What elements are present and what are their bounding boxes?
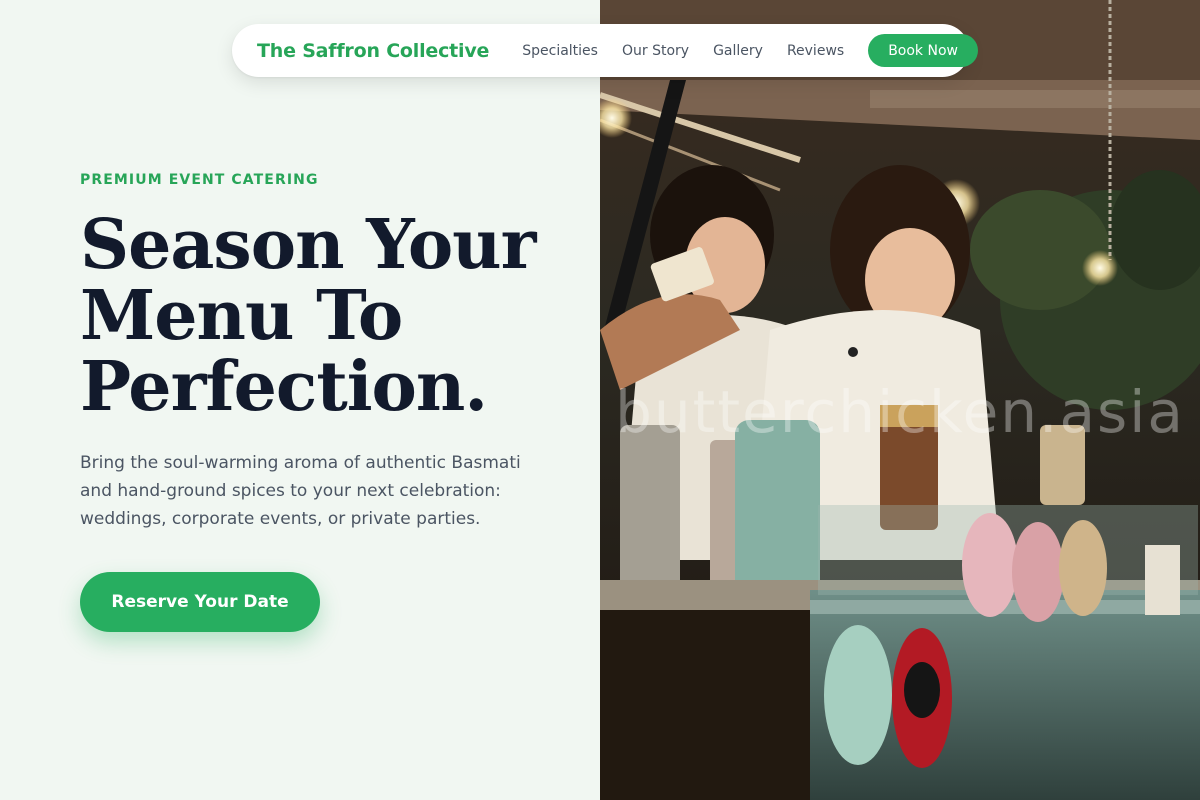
book-now-button[interactable]: Book Now xyxy=(868,34,978,67)
nav-link-specialties[interactable]: Specialties xyxy=(522,43,598,59)
top-navbar: The Saffron Collective Specialties Our S… xyxy=(232,24,978,77)
hero-lead-text: Bring the soul-warming aroma of authenti… xyxy=(80,453,521,529)
nav-links: Specialties Our Story Gallery Reviews xyxy=(522,43,844,59)
nav-link-reviews[interactable]: Reviews xyxy=(787,43,844,59)
nav-link-our-story[interactable]: Our Story xyxy=(622,43,689,59)
hero-headline: Season Your Menu To Perfection. xyxy=(80,210,580,423)
reserve-date-button[interactable]: Reserve Your Date xyxy=(80,572,320,632)
food-stall-photo: butterchicken.asia xyxy=(600,0,1200,800)
headline-line: Perfection. xyxy=(80,347,488,427)
brand-logo-text[interactable]: The Saffron Collective xyxy=(257,40,489,62)
hero-left-panel: PREMIUM EVENT CATERING Season Your Menu … xyxy=(0,0,600,800)
headline-line: Menu To xyxy=(80,276,403,356)
nav-link-gallery[interactable]: Gallery xyxy=(713,43,763,59)
headline-line: Season Your xyxy=(80,205,536,285)
hero-eyebrow: PREMIUM EVENT CATERING xyxy=(80,172,319,188)
watermark-text: butterchicken.asia xyxy=(615,378,1185,446)
